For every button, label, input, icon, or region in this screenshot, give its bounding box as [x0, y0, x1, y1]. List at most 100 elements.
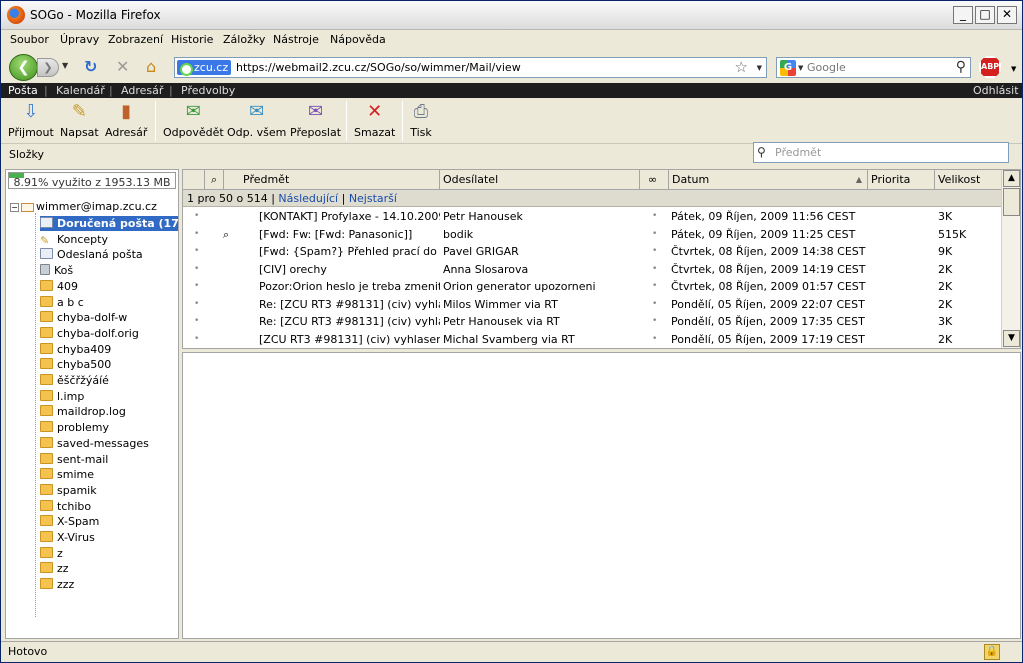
message-row[interactable]: • Re: [ZCU RT3 #98131] (civ) vyhlaseiMilo… [183, 296, 1001, 313]
folder-item[interactable]: zz [40, 561, 69, 576]
url-text[interactable]: https://webmail2.zcu.cz/SOGo/so/wimmer/M… [236, 61, 521, 74]
menu-upravy[interactable]: Úpravy [60, 33, 99, 46]
message-row[interactable]: • Re: [ZCU RT3 #98131] (civ) vyhlaseiPetr… [183, 313, 1001, 330]
folder-item[interactable]: chyba409 [40, 342, 111, 357]
col-priority[interactable]: Priorita [868, 170, 935, 190]
bookmark-star-icon[interactable]: ☆ [735, 58, 748, 76]
message-row[interactable]: • Pozor:Orion heslo je treba zmenit (v Ori… [183, 278, 1001, 295]
mail-account-icon [21, 202, 34, 212]
site-identity-badge[interactable]: zcu.cz [177, 60, 232, 76]
folder-item[interactable]: tchibo [40, 499, 91, 514]
folder-item[interactable]: a b c [40, 295, 84, 310]
next-page-link[interactable]: Následující [278, 192, 338, 205]
google-engine-icon[interactable]: G [780, 60, 796, 76]
delete-button[interactable]: ✕ Smazat [354, 101, 395, 139]
secure-lock-icon[interactable]: 🔒 [984, 644, 1000, 660]
folder-item[interactable]: maildrop.log [40, 404, 126, 419]
stop-icon[interactable]: ✕ [116, 58, 129, 76]
folder-item[interactable]: X-Virus [40, 530, 95, 545]
adblock-dropdown-icon[interactable]: ▼ [1011, 65, 1016, 73]
folder-item[interactable]: problemy [40, 420, 109, 435]
menu-historie[interactable]: Historie [171, 33, 213, 46]
folder-item[interactable]: chyba-dolf-w [40, 310, 127, 325]
message-sender: Petr Hanousek [443, 210, 523, 223]
message-row[interactable]: • ⌕ [Fwd: Fw: [Fwd: Panasonic]] bodik • Pátek… [183, 226, 1001, 243]
print-button[interactable]: ⎙ Tisk [410, 101, 432, 139]
collapse-toggle-icon[interactable]: − [10, 202, 19, 212]
reply-label: Odpovědět [163, 126, 224, 139]
message-row[interactable]: • [Fwd: {Spam?} Přehled prací do kon Pavel… [183, 243, 1001, 260]
folder-item[interactable]: l.imp [40, 389, 84, 404]
message-list-scrollbar[interactable]: ▲ ▼ [1001, 170, 1020, 348]
folder-item[interactable]: ✎ Koncepty [40, 232, 108, 247]
folder-item[interactable]: smime [40, 467, 94, 482]
reply-all-button[interactable]: ✉ Odp. všem [227, 101, 286, 139]
maximize-button[interactable]: □ [975, 6, 995, 24]
write-button[interactable]: ✎ Napsat [60, 101, 99, 139]
folder-icon [40, 421, 53, 433]
engine-dropdown-icon[interactable]: ▼ [798, 64, 803, 72]
adblock-plus-icon[interactable]: ABP [979, 56, 1001, 78]
back-button[interactable]: ❮ [9, 54, 38, 81]
scroll-thumb[interactable] [1003, 188, 1020, 216]
folder-item[interactable]: Odeslaná pošta [40, 247, 143, 262]
scroll-up-icon[interactable]: ▲ [1003, 170, 1020, 187]
message-search-field[interactable]: ⚲ Předmět [753, 142, 1009, 163]
message-row[interactable]: • [CIV] orechy Anna Slosarova • Čtvrtek, 08 … [183, 261, 1001, 278]
forward-button[interactable]: ❯ [37, 58, 59, 77]
col-date[interactable]: Datum ▲ [669, 170, 868, 190]
search-icon[interactable]: ⚲ [956, 59, 966, 75]
nav-separator: | [169, 84, 173, 97]
menu-nastroje[interactable]: Nástroje [273, 33, 319, 46]
unread-dot-icon: • [652, 211, 658, 221]
url-bar[interactable]: zcu.cz https://webmail2.zcu.cz/SOGo/so/w… [174, 57, 767, 78]
forward-mail-button[interactable]: ✉ Přeposlat [290, 101, 341, 139]
history-dropdown-icon[interactable]: ▼ [62, 61, 68, 70]
url-dropdown-icon[interactable]: ▼ [757, 64, 762, 72]
folder-item[interactable]: chyba500 [40, 357, 111, 372]
message-date: Pátek, 09 Říjen, 2009 11:56 CEST [671, 210, 856, 223]
addressbook-button[interactable]: ▮ Adresář [105, 101, 147, 139]
nav-mail[interactable]: Pošta [8, 84, 38, 97]
account-node[interactable]: − wimmer@imap.zcu.cz [10, 200, 157, 214]
nav-preferences[interactable]: Předvolby [181, 84, 235, 97]
close-window-button[interactable]: ✕ [997, 6, 1017, 24]
col-thread[interactable] [183, 170, 205, 190]
folder-item[interactable]: X-Spam [40, 514, 99, 529]
menu-zalozky[interactable]: Záložky [223, 33, 265, 46]
folder-item[interactable]: chyba-dolf.orig [40, 326, 139, 341]
folder-item[interactable]: 409 [40, 279, 78, 294]
folder-item[interactable]: saved-messages [40, 436, 149, 451]
folder-item[interactable]: ěščřžýáíé [40, 373, 109, 388]
col-size[interactable]: Velikost [935, 170, 1001, 190]
folder-icon [40, 546, 53, 558]
folder-item[interactable]: Doručená pošta (179 [40, 216, 178, 231]
reload-icon[interactable]: ↻ [84, 58, 97, 76]
web-search-bar[interactable]: G ▼ Google ⚲ [776, 57, 971, 78]
folder-item[interactable]: sent-mail [40, 452, 108, 467]
home-icon[interactable]: ⌂ [146, 58, 156, 76]
logout-link[interactable]: Odhlásit [973, 84, 1019, 97]
nav-calendar[interactable]: Kalendář [56, 84, 105, 97]
menu-soubor[interactable]: Soubor [10, 33, 49, 46]
col-unread[interactable]: ∞ [640, 170, 669, 190]
receive-button[interactable]: ⇩ Přijmout [8, 101, 54, 139]
folder-item[interactable]: z [40, 546, 63, 561]
folder-label: Koš [54, 264, 74, 278]
folder-item[interactable]: spamik [40, 483, 97, 498]
col-sender[interactable]: Odesílatel [440, 170, 640, 190]
message-row[interactable]: • [KONTAKT] Profylaxe - 14.10.2009 Petr Ha… [183, 208, 1001, 225]
col-attachment[interactable]: ⌕ [205, 170, 224, 190]
folder-item[interactable]: zzz [40, 577, 74, 592]
menu-zobrazeni[interactable]: Zobrazení [108, 33, 163, 46]
scroll-down-icon[interactable]: ▼ [1003, 330, 1020, 347]
oldest-page-link[interactable]: Nejstarší [349, 192, 397, 205]
col-subject[interactable]: Předmět [224, 170, 440, 190]
message-row[interactable]: • [ZCU RT3 #98131] (civ) vyhlaseni ocMich… [183, 331, 1001, 348]
minimize-button[interactable]: _ [953, 6, 973, 24]
folder-item[interactable]: Koš [40, 263, 73, 278]
reply-button[interactable]: ✉ Odpovědět [163, 101, 224, 139]
search-icon[interactable]: ⚲ [757, 145, 766, 159]
nav-addressbook[interactable]: Adresář [121, 84, 163, 97]
menu-napoveda[interactable]: Nápověda [330, 33, 386, 46]
